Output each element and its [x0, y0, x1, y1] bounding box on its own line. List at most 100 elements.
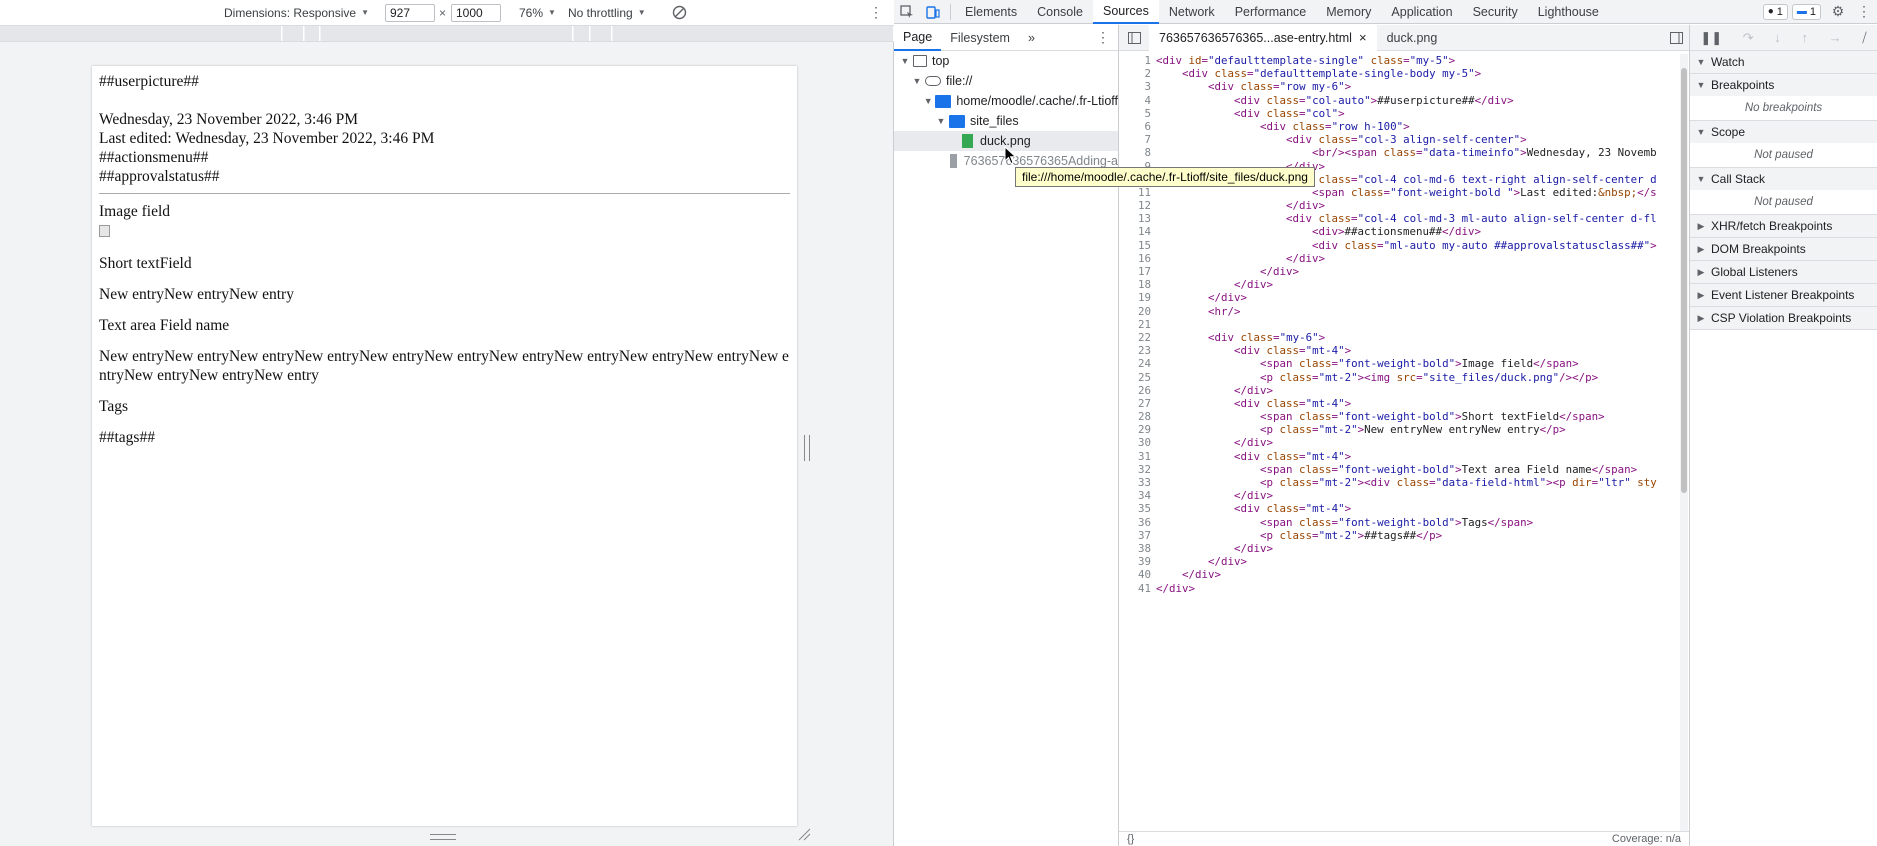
corner-resize-handle[interactable]	[797, 827, 811, 841]
line-number[interactable]: 7	[1119, 133, 1156, 146]
tab-sources[interactable]: Sources	[1092, 0, 1159, 24]
code-line[interactable]: 18 </div>	[1119, 278, 1679, 291]
tree-item-file-scheme[interactable]: ▼ file://	[894, 71, 1118, 91]
tab-application[interactable]: Application	[1381, 0, 1462, 24]
editor-tab-html[interactable]: 763657636576365...ase-entry.html ×	[1149, 24, 1377, 51]
line-number[interactable]: 8	[1119, 146, 1156, 159]
line-number[interactable]: 28	[1119, 410, 1156, 423]
code-line[interactable]: 40 </div>	[1119, 568, 1679, 581]
line-number[interactable]: 33	[1119, 476, 1156, 489]
line-number[interactable]: 40	[1119, 568, 1156, 581]
code-line[interactable]: 11 <span class="font-weight-bold ">Last …	[1119, 186, 1679, 199]
code-line[interactable]: 16 </div>	[1119, 252, 1679, 265]
line-number[interactable]: 19	[1119, 291, 1156, 304]
height-input[interactable]: 1000	[451, 3, 501, 22]
pretty-print-icon[interactable]: {}	[1127, 833, 1134, 845]
code-line[interactable]: 12 </div>	[1119, 199, 1679, 212]
code-line[interactable]: 29 <p class="mt-2">New entryNew entryNew…	[1119, 423, 1679, 436]
line-number[interactable]: 32	[1119, 463, 1156, 476]
code-line[interactable]: 14 <div>##actionsmenu##</div>	[1119, 225, 1679, 238]
tree-item-site-files[interactable]: ▼ site_files	[894, 111, 1118, 131]
code-line[interactable]: 36 <span class="font-weight-bold">Tags</…	[1119, 516, 1679, 529]
line-number[interactable]: 29	[1119, 423, 1156, 436]
code-line[interactable]: 15 <div class="ml-auto my-auto ##approva…	[1119, 239, 1679, 252]
debugger-section-header[interactable]: ▶ CSP Violation Breakpoints	[1690, 307, 1877, 329]
tab-security[interactable]: Security	[1463, 0, 1528, 24]
tree-item-cache-folder[interactable]: ▼ home/moodle/.cache/.fr-Ltioff	[894, 91, 1118, 111]
line-number[interactable]: 20	[1119, 305, 1156, 318]
code-line[interactable]: 30 </div>	[1119, 436, 1679, 449]
code-line[interactable]: 38 </div>	[1119, 542, 1679, 555]
line-number[interactable]: 26	[1119, 384, 1156, 397]
code-line[interactable]: 26 </div>	[1119, 384, 1679, 397]
line-number[interactable]: 27	[1119, 397, 1156, 410]
scroll-thumb[interactable]	[1681, 68, 1687, 493]
line-number[interactable]: 35	[1119, 502, 1156, 515]
more-options-icon[interactable]: ⋮	[869, 4, 883, 20]
code-line[interactable]: 4 <div class="col-auto">##userpicture##<…	[1119, 94, 1679, 107]
code-line[interactable]: 24 <span class="font-weight-bold">Image …	[1119, 357, 1679, 370]
tab-performance[interactable]: Performance	[1225, 0, 1317, 24]
messages-badge[interactable]: ▬ 1	[1791, 3, 1821, 20]
debugger-section-header[interactable]: ▼ Call Stack	[1690, 168, 1877, 190]
toggle-debugger-icon[interactable]	[1663, 26, 1689, 50]
tab-console[interactable]: Console	[1027, 0, 1093, 24]
inspect-element-icon[interactable]	[894, 0, 920, 24]
deactivate-breakpoints-icon[interactable]: ⧸	[1862, 30, 1866, 46]
dimensions-dropdown[interactable]: Dimensions: Responsive ▼	[224, 6, 369, 20]
step-into-icon[interactable]: ↓	[1774, 30, 1781, 45]
debugger-section-header[interactable]: ▼ Scope	[1690, 121, 1877, 143]
code-line[interactable]: 28 <span class="font-weight-bold">Short …	[1119, 410, 1679, 423]
bottom-resize-handle[interactable]	[430, 834, 456, 840]
line-number[interactable]: 18	[1119, 278, 1156, 291]
code-line[interactable]: 27 <div class="mt-4">	[1119, 397, 1679, 410]
close-icon[interactable]: ×	[1359, 30, 1367, 45]
step-over-icon[interactable]: ↷	[1743, 30, 1754, 46]
line-number[interactable]: 3	[1119, 80, 1156, 93]
more-options-icon[interactable]: ⋮	[1096, 29, 1118, 46]
code-line[interactable]: 17 </div>	[1119, 265, 1679, 278]
line-number[interactable]: 37	[1119, 529, 1156, 542]
code-line[interactable]: 22 <div class="my-6">	[1119, 331, 1679, 344]
code-line[interactable]: 20 <hr/>	[1119, 305, 1679, 318]
tab-lighthouse[interactable]: Lighthouse	[1528, 0, 1609, 24]
line-number[interactable]: 24	[1119, 357, 1156, 370]
debugger-section-header[interactable]: ▶ DOM Breakpoints	[1690, 238, 1877, 260]
device-toggle-icon[interactable]	[920, 0, 946, 24]
debugger-section-header[interactable]: ▶ Global Listeners	[1690, 261, 1877, 283]
code-line[interactable]: 33 <p class="mt-2"><div class="data-fiel…	[1119, 476, 1679, 489]
vertical-scrollbar[interactable]	[1680, 54, 1688, 834]
line-number[interactable]: 36	[1119, 516, 1156, 529]
line-number[interactable]: 5	[1119, 107, 1156, 120]
line-number[interactable]: 12	[1119, 199, 1156, 212]
code-line[interactable]: 25 <p class="mt-2"><img src="site_files/…	[1119, 371, 1679, 384]
line-number[interactable]: 2	[1119, 67, 1156, 80]
line-number[interactable]: 16	[1119, 252, 1156, 265]
line-number[interactable]: 34	[1119, 489, 1156, 502]
zoom-dropdown[interactable]: 76% ▼	[519, 6, 556, 20]
code-line[interactable]: 3 <div class="row my-6">	[1119, 80, 1679, 93]
debugger-section-header[interactable]: ▶ Event Listener Breakpoints	[1690, 284, 1877, 306]
code-line[interactable]: 39 </div>	[1119, 555, 1679, 568]
line-number[interactable]: 13	[1119, 212, 1156, 225]
line-number[interactable]: 17	[1119, 265, 1156, 278]
throttling-dropdown[interactable]: No throttling ▼	[568, 6, 646, 20]
line-number[interactable]: 23	[1119, 344, 1156, 357]
nav-tab-page[interactable]: Page	[894, 25, 942, 51]
more-options-icon[interactable]: ⋮	[1851, 0, 1877, 24]
line-number[interactable]: 38	[1119, 542, 1156, 555]
editor-tab-duck[interactable]: duck.png	[1377, 25, 1448, 51]
code-line[interactable]: 23 <div class="mt-4">	[1119, 344, 1679, 357]
code-line[interactable]: 7 <div class="col-3 align-self-center">	[1119, 133, 1679, 146]
more-tabs-chevron-icon[interactable]: »	[1019, 25, 1044, 51]
line-number[interactable]: 1	[1119, 54, 1156, 67]
code-line[interactable]: 37 <p class="mt-2">##tags##</p>	[1119, 529, 1679, 542]
rotate-icon[interactable]	[672, 5, 687, 20]
line-number[interactable]: 4	[1119, 94, 1156, 107]
code-line[interactable]: 32 <span class="font-weight-bold">Text a…	[1119, 463, 1679, 476]
code-line[interactable]: 13 <div class="col-4 col-md-3 ml-auto al…	[1119, 212, 1679, 225]
errors-badge[interactable]: ● 1	[1762, 3, 1788, 20]
tab-memory[interactable]: Memory	[1316, 0, 1381, 24]
code-line[interactable]: 21	[1119, 318, 1679, 331]
code-line[interactable]: 34 </div>	[1119, 489, 1679, 502]
